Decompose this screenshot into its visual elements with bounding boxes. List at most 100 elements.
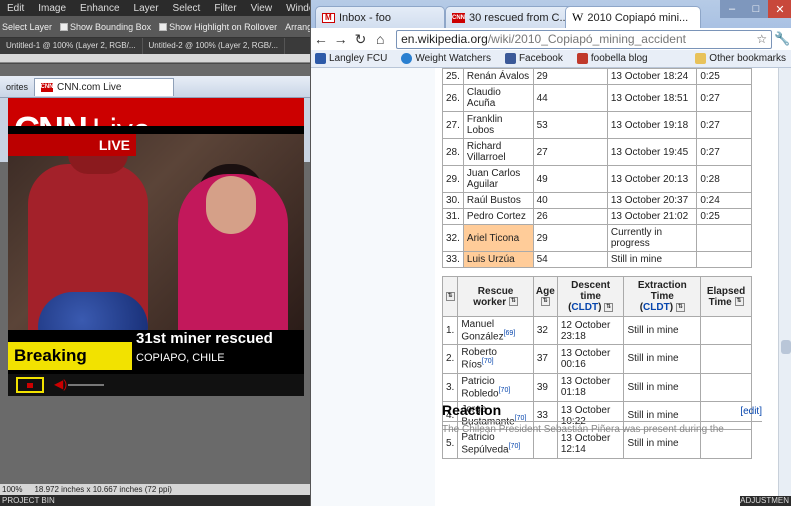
header-corner[interactable]: ⇅ xyxy=(441,276,459,317)
volume-icon[interactable]: ◀) xyxy=(54,377,67,391)
citation-link[interactable]: [69] xyxy=(504,330,516,337)
gmail-icon xyxy=(322,12,335,23)
doc-tab-untitled-2[interactable]: Untitled-2 @ 100% (Layer 2, RGB/... xyxy=(143,38,286,54)
sort-icon[interactable]: ⇅ xyxy=(604,302,614,312)
miner-extraction-time: 0:27 xyxy=(696,84,752,112)
miner-name: Pedro Cortez xyxy=(462,208,534,225)
stop-button[interactable] xyxy=(16,377,44,393)
bookmark-label: Langley FCU xyxy=(329,53,388,64)
home-icon[interactable]: ⌂ xyxy=(370,31,390,47)
address-bar[interactable]: en.wikipedia.org/wiki/2010_Copiapó_minin… xyxy=(396,29,773,49)
miner-descent-time: 13 October 20:13 xyxy=(606,165,698,193)
bookmark-weight-watchers[interactable]: Weight Watchers xyxy=(401,53,491,64)
sort-icon[interactable]: ⇅ xyxy=(508,297,518,307)
checkbox-icon[interactable] xyxy=(60,22,69,31)
header-extraction-time[interactable]: Extraction Time (CLDT) ⇅ xyxy=(623,276,702,317)
volume-slider[interactable] xyxy=(68,384,104,386)
folder-icon xyxy=(695,53,707,64)
cldt-link[interactable]: CLDT xyxy=(571,302,598,313)
select-layer-label: Select Layer xyxy=(2,21,53,32)
favorites-label[interactable]: orites xyxy=(0,82,34,92)
close-button[interactable]: ✕ xyxy=(768,0,791,18)
other-bookmarks[interactable]: Other bookmarks xyxy=(695,53,786,64)
rescuer-number: 2. xyxy=(441,344,459,374)
menu-image[interactable]: Image xyxy=(31,3,73,14)
miner-number: 25. xyxy=(442,68,464,85)
page-scrollbar[interactable] xyxy=(778,68,791,506)
bookmark-langley[interactable]: Langley FCU xyxy=(315,53,387,64)
rescuer-elapsed-time xyxy=(700,315,752,346)
menu-enhance[interactable]: Enhance xyxy=(73,3,126,14)
rescuer-elapsed-time xyxy=(700,344,752,374)
forward-arrow-icon[interactable]: → xyxy=(331,31,351,47)
header-elapsed-time[interactable]: Elapsed Time ⇅ xyxy=(700,276,752,317)
document-tabs: Untitled-1 @ 100% (Layer 2, RGB/... Unti… xyxy=(0,38,310,54)
bookmark-foobella[interactable]: foobella blog xyxy=(576,53,648,64)
rescuer-elapsed-time xyxy=(700,372,752,402)
reaction-section-header: Reaction [edit] xyxy=(442,400,762,422)
back-arrow-icon[interactable]: ← xyxy=(311,31,331,47)
tab-cnn-rescued[interactable]: CNN 30 rescued from C... xyxy=(445,6,575,28)
rescuer-extraction-time: Still in mine xyxy=(623,344,702,374)
miner-name: Claudio Acuña xyxy=(462,84,534,112)
miner-extraction-time: 0:25 xyxy=(696,68,752,85)
header-label: Extraction Time xyxy=(637,280,687,302)
ie-tab-cnn[interactable]: CNN CNN.com Live xyxy=(34,77,175,96)
rescuer-age: 39 xyxy=(532,372,558,402)
project-bin-label[interactable]: PROJECT BIN xyxy=(0,495,310,506)
bookmark-facebook[interactable]: Facebook xyxy=(504,53,563,64)
miner-number: 32. xyxy=(442,224,464,252)
bookmark-label: Facebook xyxy=(518,53,563,64)
select-layer-option[interactable]: Select Layer xyxy=(2,22,52,32)
adjustments-panel-label[interactable]: ADJUSTMEN xyxy=(740,496,791,506)
sort-icon[interactable]: ⇅ xyxy=(675,302,685,312)
citation-link[interactable]: [70] xyxy=(509,443,521,450)
miners-table: 25. Renán Ávalos 29 13 October 18:24 0:25 26.… xyxy=(442,68,752,268)
miner-name: Luis Urzúa xyxy=(462,251,534,268)
bank-icon xyxy=(315,53,326,64)
miner-number: 31. xyxy=(442,208,464,225)
wrench-icon[interactable]: 🔧 xyxy=(772,31,791,47)
miner-row: 33. Luis Urzúa 54 Still in mine xyxy=(442,251,752,268)
header-age[interactable]: Age ⇅ xyxy=(532,276,558,317)
chrome-tab-strip: Inbox - foo CNN 30 rescued from C... W 2… xyxy=(311,0,791,28)
rescuer-name: Patricio Robledo[70] xyxy=(457,372,534,402)
menu-filter[interactable]: Filter xyxy=(207,3,243,14)
miner-row: 29. Juan Carlos Aguilar 49 13 October 20:13… xyxy=(442,165,752,193)
rescuer-number: 1. xyxy=(441,315,459,346)
cldt-link[interactable]: CLDT xyxy=(643,302,670,313)
header-descent-time[interactable]: Descent time (CLDT) ⇅ xyxy=(556,276,625,317)
menu-layer[interactable]: Layer xyxy=(127,3,166,14)
zoom-level[interactable]: 100% xyxy=(2,485,22,494)
header-rescue-worker[interactable]: Rescue worker ⇅ xyxy=(457,276,534,317)
show-highlight-option[interactable]: Show Highlight on Rollover xyxy=(159,22,277,32)
video-player[interactable]: LIVE Breaking news 31st miner rescued CO… xyxy=(8,126,304,396)
miner-age: 29 xyxy=(532,224,608,252)
rescuer-name: Manuel González[69] xyxy=(457,315,534,346)
sort-icon[interactable]: ⇅ xyxy=(540,297,550,307)
headline-text: 31st miner rescued xyxy=(136,330,273,347)
tab-wikipedia[interactable]: W 2010 Copiapó mini... xyxy=(565,6,701,28)
citation-link[interactable]: [70] xyxy=(482,358,494,365)
sort-icon[interactable]: ⇅ xyxy=(734,297,744,307)
ie-tab-bar: orites CNN CNN.com Live xyxy=(0,76,310,98)
rescuer-descent-time: 13 October 00:16 xyxy=(556,344,625,374)
menu-select[interactable]: Select xyxy=(166,3,208,14)
show-bounding-box-option[interactable]: Show Bounding Box xyxy=(60,22,151,32)
sort-icon[interactable]: ⇅ xyxy=(445,291,455,301)
maximize-button[interactable]: □ xyxy=(744,0,768,18)
checkbox-icon[interactable] xyxy=(159,22,168,31)
miner-age: 40 xyxy=(532,192,608,209)
menu-view[interactable]: View xyxy=(244,3,280,14)
doc-tab-untitled-1[interactable]: Untitled-1 @ 100% (Layer 2, RGB/... xyxy=(0,38,143,54)
tab-gmail-inbox[interactable]: Inbox - foo xyxy=(315,6,445,28)
miner-extraction-time xyxy=(696,251,752,268)
minimize-button[interactable]: – xyxy=(720,0,744,18)
citation-link[interactable]: [70] xyxy=(499,387,511,394)
menu-edit[interactable]: Edit xyxy=(0,3,31,14)
miner-descent-time: 13 October 20:37 xyxy=(606,192,698,209)
reload-icon[interactable]: ↻ xyxy=(351,31,371,48)
edit-link[interactable]: [edit] xyxy=(740,406,762,417)
bookmark-star-icon[interactable]: ☆ xyxy=(756,32,767,46)
scrollbar-thumb[interactable] xyxy=(781,340,791,354)
